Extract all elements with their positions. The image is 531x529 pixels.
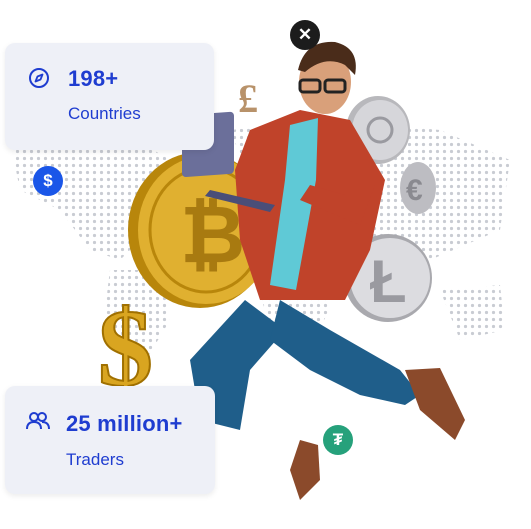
traders-label: Traders — [66, 450, 124, 469]
svg-text:€: € — [406, 174, 423, 207]
close-icon: ✕ — [290, 20, 320, 50]
euro-coin: € — [400, 162, 436, 214]
countries-value: 198+ — [68, 66, 119, 91]
stat-card-traders: 25 million+ Traders — [5, 386, 215, 494]
dollar-icon: $ — [33, 166, 63, 196]
traders-value: 25 million+ — [66, 411, 183, 436]
users-icon — [25, 411, 51, 436]
stat-card-countries: 198+ Countries — [5, 43, 214, 150]
svg-text:Ł: Ł — [370, 248, 407, 315]
tether-icon: ₮ — [323, 425, 353, 455]
countries-label: Countries — [68, 104, 141, 123]
compass-icon — [28, 67, 50, 94]
pound-symbol: £ — [238, 76, 258, 121]
